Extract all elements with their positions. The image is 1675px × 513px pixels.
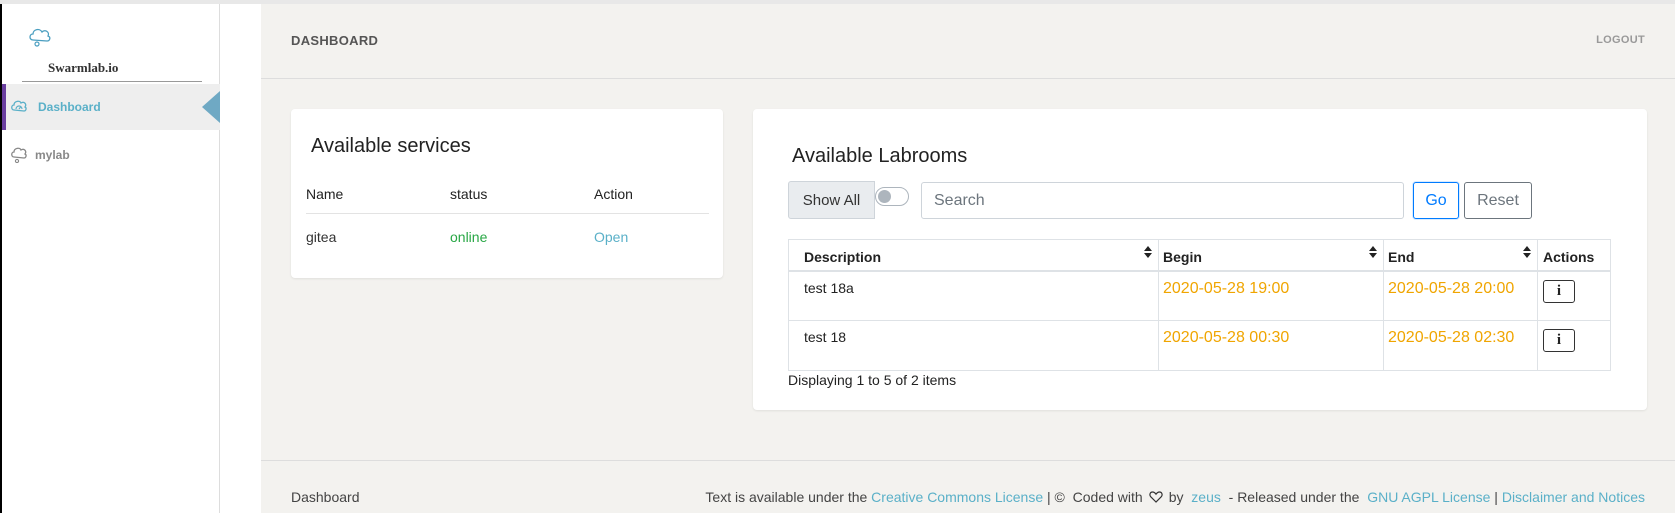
- sidebar-item-dashboard[interactable]: Dashboard: [2, 84, 220, 130]
- footer-credits: Text is available under the Creative Com…: [705, 489, 1645, 505]
- sort-icon[interactable]: [1369, 246, 1377, 260]
- table-row: test 18 2020-05-28 00:30 2020-05-28 02:3…: [789, 321, 1610, 370]
- sort-icon[interactable]: [1144, 246, 1152, 260]
- labrooms-card: Available Labrooms Show All Go Reset Des…: [753, 109, 1647, 410]
- footer-coded-with: Coded with: [1072, 489, 1143, 505]
- column-header-status: status: [450, 186, 488, 202]
- agpl-license-link[interactable]: GNU AGPL License: [1367, 489, 1490, 505]
- author-link[interactable]: zeus: [1191, 489, 1221, 505]
- column-header-label: Description: [804, 249, 882, 265]
- column-header-label: End: [1388, 249, 1415, 265]
- footer-separator: |: [1494, 489, 1498, 505]
- column-header-end[interactable]: End: [1384, 240, 1538, 270]
- footer-divider: [261, 460, 1675, 461]
- column-header-description[interactable]: Description: [789, 240, 1159, 270]
- active-indicator: [2, 84, 6, 130]
- toggle-knob: [878, 190, 891, 203]
- footer-released: - Released under the: [1228, 489, 1360, 505]
- service-name: gitea: [306, 229, 337, 245]
- labroom-end: 2020-05-28 02:30: [1384, 321, 1538, 370]
- column-header-actions: Actions: [1538, 240, 1610, 270]
- active-arrow-icon: [202, 91, 220, 123]
- column-header-name: Name: [306, 186, 344, 202]
- column-header-label: Actions: [1543, 249, 1595, 265]
- labrooms-table: Description Begin End Actions test 18a 2…: [788, 239, 1611, 371]
- labroom-description: test 18a: [789, 272, 1159, 320]
- labroom-actions: i: [1538, 321, 1610, 370]
- show-all-label[interactable]: Show All: [788, 181, 875, 219]
- table-row: test 18a 2020-05-28 19:00 2020-05-28 20:…: [789, 272, 1610, 321]
- column-header-action: Action: [594, 186, 633, 202]
- cloud-icon: [11, 147, 27, 163]
- go-button[interactable]: Go: [1413, 182, 1459, 219]
- service-status: online: [450, 229, 488, 245]
- labroom-end: 2020-05-28 20:00: [1384, 272, 1538, 320]
- logout-link[interactable]: LOGOUT: [1596, 34, 1645, 46]
- brand-divider: [22, 81, 202, 82]
- sort-icon[interactable]: [1523, 246, 1531, 260]
- sidebar: Swarmlab.io Dashboard mylab: [2, 4, 220, 513]
- dashboard-icon: [11, 100, 27, 112]
- pagination-info: Displaying 1 to 5 of 2 items: [788, 372, 957, 388]
- page-header: DASHBOARD LOGOUT: [261, 4, 1675, 79]
- info-button[interactable]: i: [1543, 329, 1575, 352]
- footer-text: Text is available under the: [705, 489, 868, 505]
- show-all-toggle[interactable]: [875, 187, 909, 206]
- footer-by: by: [1168, 489, 1184, 505]
- labroom-begin: 2020-05-28 19:00: [1159, 272, 1384, 320]
- page-title: DASHBOARD: [291, 33, 379, 48]
- services-title: Available services: [311, 135, 471, 157]
- labroom-description: test 18: [789, 321, 1159, 370]
- table-header-row: Description Begin End Actions: [789, 240, 1610, 272]
- reset-button[interactable]: Reset: [1464, 182, 1532, 219]
- cc-license-link[interactable]: Creative Commons License: [871, 489, 1043, 505]
- footer-separator: | ©: [1047, 489, 1065, 505]
- brand-name: Swarmlab.io: [48, 60, 119, 75]
- sidebar-item-mylab[interactable]: mylab: [2, 132, 220, 178]
- info-button[interactable]: i: [1543, 280, 1575, 303]
- heart-icon: [1149, 491, 1163, 503]
- footer-breadcrumb: Dashboard: [291, 489, 360, 505]
- column-header-label: Begin: [1163, 249, 1202, 265]
- sidebar-item-label: Dashboard: [38, 100, 101, 114]
- services-table-header: Name status Action: [306, 186, 709, 214]
- brand[interactable]: Swarmlab.io: [28, 26, 118, 75]
- column-header-begin[interactable]: Begin: [1159, 240, 1384, 270]
- search-input[interactable]: [921, 182, 1404, 219]
- disclaimer-link[interactable]: Disclaimer and Notices: [1502, 489, 1645, 505]
- labrooms-title: Available Labrooms: [792, 145, 968, 167]
- cloud-logo-icon: [29, 28, 51, 47]
- services-card: Available services Name status Action gi…: [291, 109, 723, 278]
- labroom-begin: 2020-05-28 00:30: [1159, 321, 1384, 370]
- service-open-link[interactable]: Open: [594, 229, 628, 245]
- sidebar-item-label: mylab: [35, 148, 70, 162]
- labroom-actions: i: [1538, 272, 1610, 320]
- main-content: DASHBOARD LOGOUT Available services Name…: [261, 4, 1675, 513]
